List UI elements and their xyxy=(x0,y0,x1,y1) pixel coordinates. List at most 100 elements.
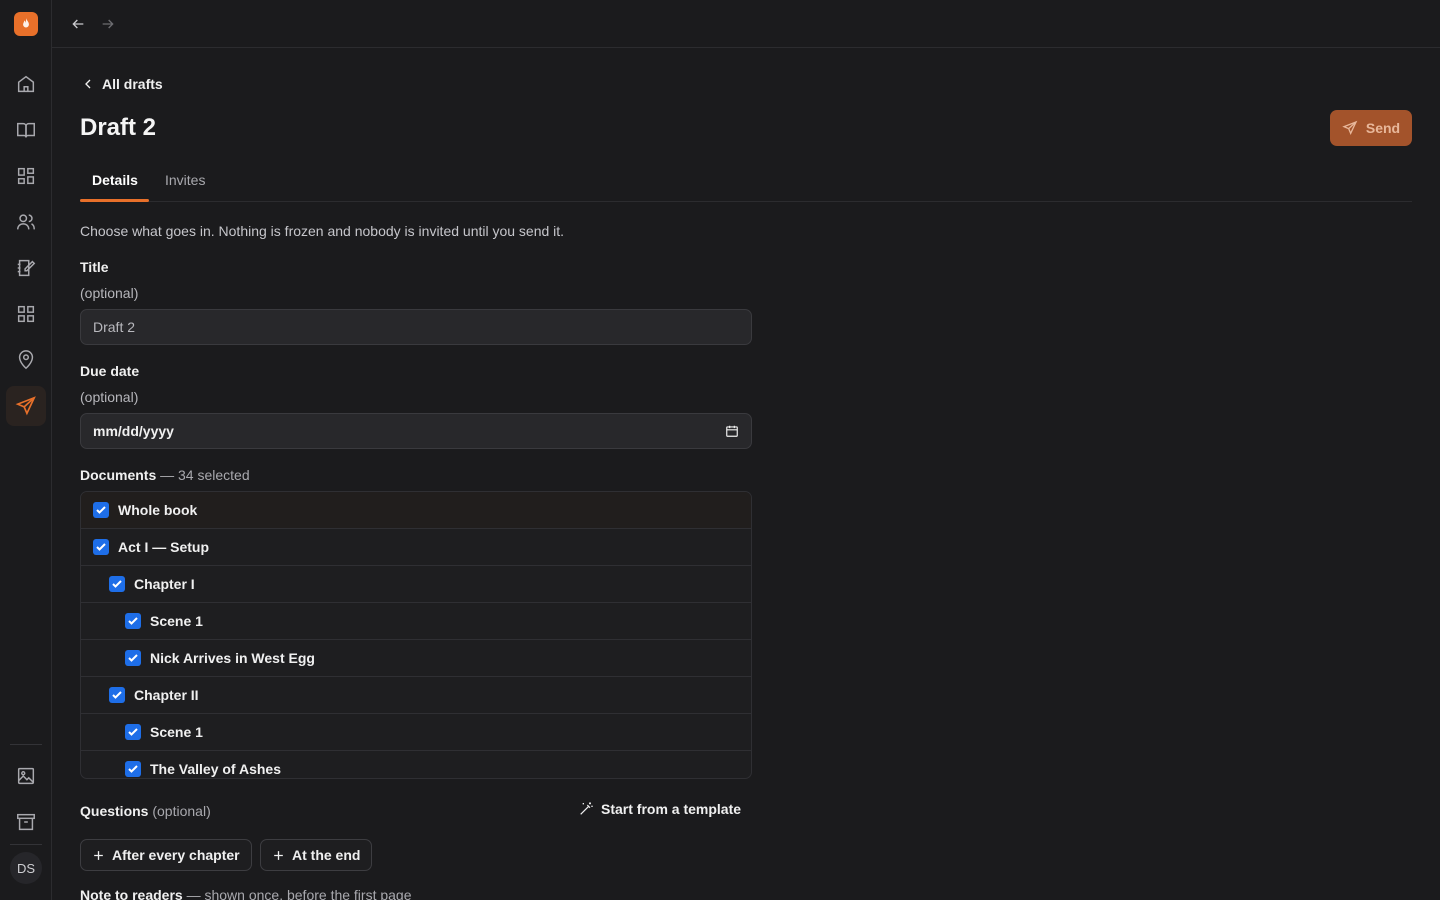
document-row[interactable]: The Valley of Ashes xyxy=(81,751,751,778)
active-tab-indicator xyxy=(80,199,149,202)
checkmark-icon xyxy=(96,543,106,551)
due-date-hint: (optional) xyxy=(80,389,139,405)
send-icon xyxy=(15,396,36,416)
page-title: Draft 2 xyxy=(80,114,157,141)
archive-icon xyxy=(17,813,35,831)
edit-notebook-icon xyxy=(17,259,36,277)
document-row[interactable]: Chapter II xyxy=(81,677,751,714)
plus-icon xyxy=(274,850,283,860)
document-label: Scene 1 xyxy=(150,724,203,740)
documents-label: Documents — 34 selected xyxy=(80,467,250,483)
document-label: Chapter I xyxy=(134,576,195,592)
send-button[interactable]: Send xyxy=(1330,110,1412,146)
document-label: Chapter II xyxy=(134,687,199,703)
users-icon xyxy=(17,214,35,230)
sidebar-item-archive[interactable] xyxy=(6,802,46,842)
tab-details[interactable]: Details xyxy=(92,172,138,188)
add-at-end-button[interactable]: At the end xyxy=(260,839,373,871)
apps-grid-icon xyxy=(17,305,35,323)
document-row[interactable]: Nick Arrives in West Egg xyxy=(81,640,751,677)
map-pin-icon xyxy=(18,350,34,370)
sidebar-item-people[interactable] xyxy=(6,202,46,242)
image-icon xyxy=(17,767,35,785)
checkmark-icon xyxy=(112,580,122,588)
note-hint: — shown once, before the first page xyxy=(186,887,412,900)
document-label: Whole book xyxy=(118,502,198,518)
sidebar: DS xyxy=(0,0,52,900)
book-open-icon xyxy=(17,122,35,138)
plus-icon xyxy=(94,850,103,860)
arrow-left-icon xyxy=(72,19,84,29)
app-logo[interactable] xyxy=(14,12,38,36)
title-hint: (optional) xyxy=(80,285,139,301)
sidebar-item-apps[interactable] xyxy=(6,294,46,334)
tab-invites[interactable]: Invites xyxy=(165,172,205,188)
note-title: Note to readers xyxy=(80,887,183,900)
title-label: Title xyxy=(80,259,109,275)
document-checkbox[interactable] xyxy=(93,502,109,518)
questions-label: Questions (optional) xyxy=(80,803,211,819)
document-label: The Valley of Ashes xyxy=(150,761,281,777)
document-checkbox[interactable] xyxy=(109,687,125,703)
document-checkbox[interactable] xyxy=(93,539,109,555)
home-icon xyxy=(17,75,35,93)
document-row[interactable]: Whole book xyxy=(81,492,751,529)
avatar[interactable]: DS xyxy=(10,852,42,884)
intro-text: Choose what goes in. Nothing is frozen a… xyxy=(80,223,565,239)
send-label: Send xyxy=(1365,120,1401,136)
document-checkbox[interactable] xyxy=(125,613,141,629)
document-label: Nick Arrives in West Egg xyxy=(150,650,315,666)
sidebar-divider xyxy=(10,844,42,845)
questions-hint: (optional) xyxy=(152,803,211,819)
start-template-button[interactable]: Start from a template xyxy=(578,801,741,817)
document-checkbox[interactable] xyxy=(125,650,141,666)
back-button[interactable] xyxy=(68,14,88,34)
checkmark-icon xyxy=(112,691,122,699)
checkmark-icon xyxy=(96,506,106,514)
chevron-left-icon xyxy=(85,79,91,89)
document-label: Scene 1 xyxy=(150,613,203,629)
sidebar-item-dashboard[interactable] xyxy=(6,156,46,196)
topbar xyxy=(52,0,1440,48)
note-to-readers-label: Note to readers — shown once, before the… xyxy=(80,887,412,900)
sidebar-divider xyxy=(10,744,42,745)
document-label: Act I — Setup xyxy=(118,539,210,555)
checkmark-icon xyxy=(128,617,138,625)
add-after-chapter-button[interactable]: After every chapter xyxy=(80,839,252,871)
tab-bar: Details Invites xyxy=(80,160,1412,202)
start-template-label: Start from a template xyxy=(601,801,742,817)
document-row[interactable]: Scene 1 xyxy=(81,603,751,640)
due-date-placeholder: mm/dd/yyyy xyxy=(93,423,174,439)
sidebar-item-home[interactable] xyxy=(6,64,46,104)
questions-title: Questions xyxy=(80,803,149,819)
sidebar-item-send[interactable] xyxy=(6,386,46,426)
sidebar-item-media[interactable] xyxy=(6,756,46,796)
after-chapter-label: After every chapter xyxy=(112,847,240,863)
all-drafts-label: All drafts xyxy=(102,76,163,92)
arrow-right-icon xyxy=(102,19,114,29)
due-date-input[interactable]: mm/dd/yyyy xyxy=(80,413,752,449)
document-checkbox[interactable] xyxy=(125,761,141,777)
documents-count: — 34 selected xyxy=(160,467,250,483)
all-drafts-link[interactable]: All drafts xyxy=(80,76,163,92)
due-date-label: Due date xyxy=(80,363,140,379)
title-input[interactable]: Draft 2 xyxy=(80,309,752,345)
forward-button[interactable] xyxy=(98,14,118,34)
document-row[interactable]: Chapter I xyxy=(81,566,751,603)
documents-title: Documents xyxy=(80,467,157,483)
at-end-label: At the end xyxy=(292,847,361,863)
dashboard-grid-icon xyxy=(17,167,35,185)
checkmark-icon xyxy=(128,654,138,662)
sidebar-item-library[interactable] xyxy=(6,110,46,150)
send-icon xyxy=(1342,120,1358,135)
checkmark-icon xyxy=(128,728,138,736)
document-checkbox[interactable] xyxy=(125,724,141,740)
documents-list[interactable]: Whole book Act I — Setup Chapter I Scene 1 N… xyxy=(80,491,752,779)
sidebar-item-places[interactable] xyxy=(6,340,46,380)
document-row[interactable]: Scene 1 xyxy=(81,714,751,751)
sidebar-item-notes[interactable] xyxy=(6,248,46,288)
calendar-icon[interactable] xyxy=(725,424,739,438)
document-checkbox[interactable] xyxy=(109,576,125,592)
document-row[interactable]: Act I — Setup xyxy=(81,529,751,566)
flame-icon xyxy=(23,18,29,28)
